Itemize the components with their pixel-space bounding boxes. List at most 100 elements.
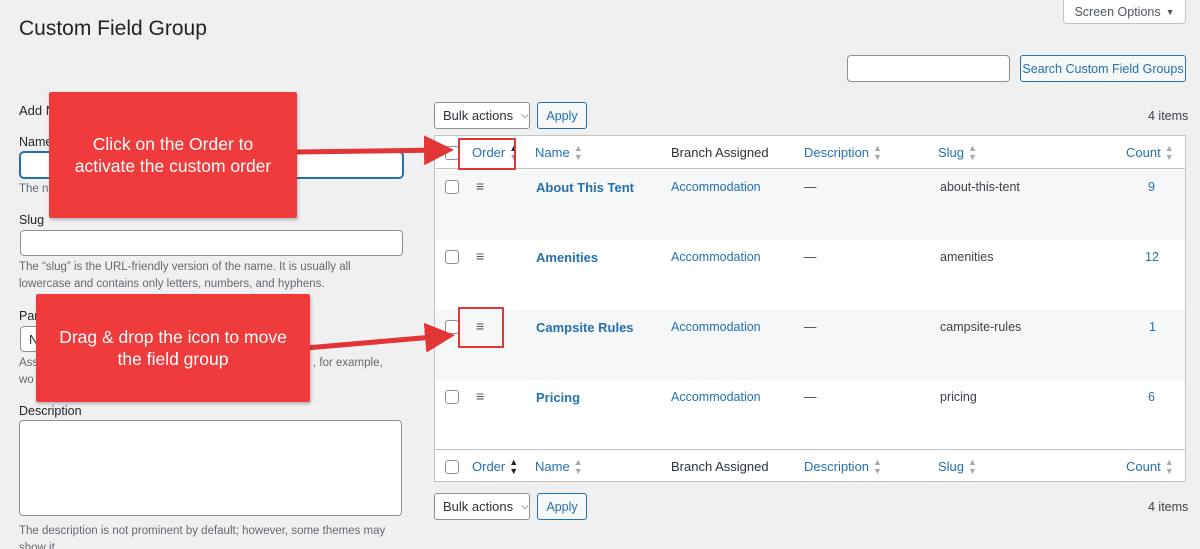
name-label: Name	[19, 135, 53, 149]
sort-arrows-icon: ▲ ▼	[968, 142, 977, 162]
description-textarea[interactable]	[19, 420, 402, 516]
description-label: Description	[19, 404, 82, 418]
chevron-down-icon: ⌵	[521, 501, 529, 512]
drag-handle-icon[interactable]: ≡	[476, 179, 488, 193]
row-checkbox[interactable]	[445, 250, 459, 264]
column-count-footer[interactable]: Count ▲ ▼	[1126, 450, 1174, 483]
column-count-label: Count	[1126, 145, 1161, 160]
items-count-bottom: 4 items	[1148, 500, 1189, 514]
row-count-link[interactable]: 12	[1145, 250, 1159, 264]
row-name-link[interactable]: Amenities	[536, 250, 598, 265]
slug-label: Slug	[19, 213, 45, 227]
drag-handle-icon[interactable]: ≡	[476, 389, 488, 403]
row-branch-link[interactable]: Accommodation	[671, 180, 761, 194]
column-name-label: Name	[535, 145, 570, 160]
sort-arrows-icon: ▲ ▼	[1164, 142, 1174, 162]
callout-order-line-2: activate the custom order	[74, 156, 272, 176]
column-description[interactable]: Description ▲ ▼	[804, 136, 882, 169]
bulk-actions-select-top[interactable]: Bulk actions ⌵	[434, 102, 530, 129]
search-button[interactable]: Search Custom Field Groups	[1020, 55, 1186, 82]
drag-icon-highlight-box	[458, 307, 504, 348]
column-slug-label: Slug	[938, 145, 965, 160]
table-header: Order ▲ ▼ Name ▲ ▼ Branch Assigned Descrip…	[435, 136, 1185, 169]
sort-arrows-icon: ▲ ▼	[509, 456, 519, 476]
row-description: —	[804, 390, 817, 404]
column-branch-footer: Branch Assigned	[671, 459, 769, 474]
row-branch-link[interactable]: Accommodation	[671, 390, 761, 404]
table-footer: Order ▲ ▼ Name ▲ ▼ Branch Assigned Descrip…	[435, 449, 1185, 482]
chevron-down-icon: ⌵	[521, 110, 529, 121]
row-count-link[interactable]: 9	[1148, 180, 1155, 194]
column-name[interactable]: Name ▲ ▼	[535, 136, 583, 169]
field-groups-table: Order ▲ ▼ Name ▲ ▼ Branch Assigned Descrip…	[434, 135, 1186, 482]
items-count-top: 4 items	[1148, 109, 1189, 123]
callout-order-line-1: Click on the Order to	[92, 134, 254, 154]
apply-button-top[interactable]: Apply	[537, 102, 587, 129]
callout-order: Click on the Order to activate the custo…	[49, 92, 297, 218]
parent-help-line-2: wo	[19, 374, 34, 386]
row-branch-link[interactable]: Accommodation	[671, 250, 761, 264]
sort-arrows-icon: ▲ ▼	[873, 142, 882, 162]
sort-arrows-icon: ▲ ▼	[1164, 456, 1174, 476]
bulk-actions-label: Bulk actions	[443, 108, 514, 123]
slug-help-line-1: The “slug” is the URL-friendly version o…	[19, 261, 351, 273]
sort-arrows-icon: ▲ ▼	[573, 142, 583, 162]
column-slug-label: Slug	[938, 459, 965, 474]
parent-help-line-1b: , for example,	[313, 357, 383, 369]
row-count-link[interactable]: 1	[1149, 320, 1156, 334]
screen-options-label: Screen Options	[1074, 4, 1161, 19]
column-branch: Branch Assigned	[671, 145, 769, 160]
column-name-footer[interactable]: Name ▲ ▼	[535, 450, 583, 483]
column-count-label: Count	[1126, 459, 1161, 474]
column-slug-footer[interactable]: Slug ▲ ▼	[938, 450, 977, 483]
row-name-link[interactable]: Campsite Rules	[536, 320, 634, 335]
column-description-footer[interactable]: Description ▲ ▼	[804, 450, 882, 483]
column-name-label: Name	[535, 459, 570, 474]
apply-button-bottom[interactable]: Apply	[537, 493, 587, 520]
bulk-actions-select-bottom[interactable]: Bulk actions ⌵	[434, 493, 530, 520]
table-row: ≡ Pricing Accommodation — pricing 6	[435, 380, 1185, 450]
table-row: ≡ Campsite Rules Accommodation — campsit…	[435, 310, 1185, 380]
sort-arrows-icon: ▲ ▼	[573, 456, 583, 476]
column-count[interactable]: Count ▲ ▼	[1126, 136, 1174, 169]
column-order-label: Order	[472, 459, 506, 474]
slug-field[interactable]	[20, 230, 403, 256]
screen-options-button[interactable]: Screen Options ▼	[1063, 0, 1186, 24]
callout-drag-line-1: Drag & drop the icon to move	[59, 327, 287, 347]
slug-help-line-2: lowercase and contains only letters, num…	[19, 278, 325, 290]
row-name-link[interactable]: Pricing	[536, 390, 580, 405]
row-slug: about-this-tent	[940, 180, 1020, 194]
row-description: —	[804, 250, 817, 264]
drag-handle-icon[interactable]: ≡	[476, 249, 488, 263]
row-branch-link[interactable]: Accommodation	[671, 320, 761, 334]
callout-drag-line-2: the field group	[117, 349, 229, 369]
row-slug: campsite-rules	[940, 320, 1022, 334]
page-title: Custom Field Group	[19, 17, 207, 40]
description-help-line-1: The description is not prominent by defa…	[19, 525, 386, 537]
order-highlight-box	[458, 138, 516, 170]
column-slug[interactable]: Slug ▲ ▼	[938, 136, 977, 169]
select-all-checkbox-footer[interactable]	[445, 460, 459, 474]
callout-drag: Drag & drop the icon to move the field g…	[36, 294, 310, 402]
caret-down-icon: ▼	[1165, 6, 1175, 17]
bulk-actions-label: Bulk actions	[443, 499, 514, 514]
row-description: —	[804, 320, 817, 334]
row-checkbox[interactable]	[445, 320, 459, 334]
row-description: —	[804, 180, 817, 194]
table-row: ≡ About This Tent Accommodation — about-…	[435, 170, 1185, 240]
column-order-footer[interactable]: Order ▲ ▼	[472, 450, 518, 483]
row-checkbox[interactable]	[445, 390, 459, 404]
column-description-label: Description	[804, 145, 870, 160]
row-name-link[interactable]: About This Tent	[536, 180, 634, 195]
column-description-label: Description	[804, 459, 870, 474]
arrow-to-drag-icon	[305, 322, 455, 353]
row-slug: pricing	[940, 390, 977, 404]
row-checkbox[interactable]	[445, 180, 459, 194]
row-slug: amenities	[940, 250, 994, 264]
description-help-line-2: show it.	[19, 542, 58, 549]
row-count-link[interactable]: 6	[1148, 390, 1155, 404]
sort-arrows-icon: ▲ ▼	[968, 456, 977, 476]
search-input[interactable]	[847, 55, 1010, 82]
sort-arrows-icon: ▲ ▼	[873, 456, 882, 476]
select-all-checkbox[interactable]	[445, 146, 459, 160]
